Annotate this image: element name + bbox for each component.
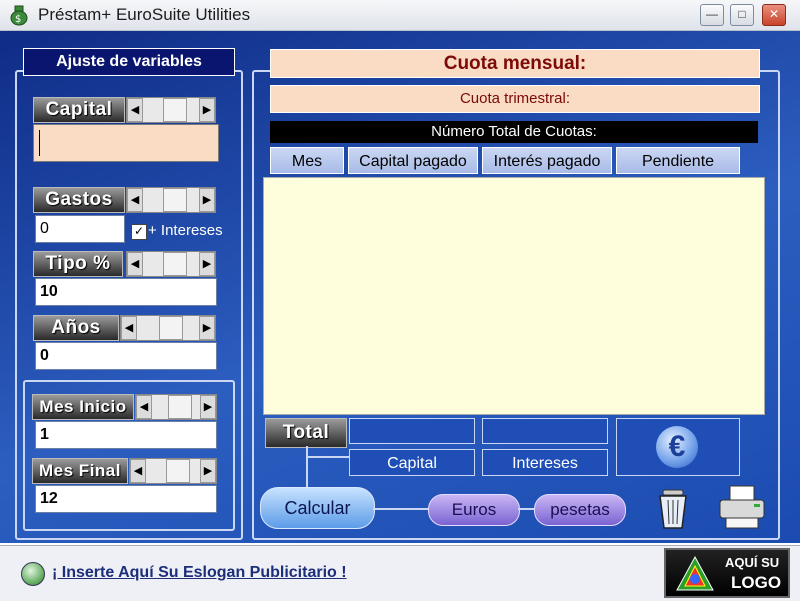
column-header-interes-pagado[interactable]: Interés pagado [482, 147, 612, 174]
capital-label: Capital [33, 97, 125, 123]
capital-scrollbar[interactable]: ◀ ▶ [126, 97, 216, 123]
anos-label: Años [33, 315, 119, 341]
scroll-thumb[interactable] [163, 98, 187, 122]
calcular-button[interactable]: Calcular [260, 487, 375, 529]
tipo-input[interactable]: 10 [35, 278, 217, 306]
gastos-label: Gastos [33, 187, 125, 213]
mes-final-scrollbar[interactable]: ◀ ▶ [129, 458, 217, 484]
scroll-thumb[interactable] [163, 252, 187, 276]
capital-input[interactable] [33, 124, 219, 162]
window-title: Préstam+ EuroSuite Utilities [38, 5, 251, 24]
text-cursor [39, 130, 40, 156]
connector-line [373, 508, 428, 510]
scroll-right-icon[interactable]: ▶ [199, 98, 215, 122]
globe-icon [21, 562, 45, 586]
scroll-thumb[interactable] [168, 395, 192, 419]
mes-final-label: Mes Final [32, 458, 128, 484]
logo-text-line2: LOGO [731, 573, 782, 592]
anos-scrollbar[interactable]: ◀ ▶ [120, 315, 216, 341]
scroll-right-icon[interactable]: ▶ [199, 252, 215, 276]
total-capital-value [349, 418, 475, 444]
gastos-input[interactable]: 0 [35, 215, 125, 243]
column-header-pendiente[interactable]: Pendiente [616, 147, 740, 174]
amortization-table[interactable] [263, 177, 765, 415]
maximize-icon: □ [738, 7, 746, 21]
numero-total-cuotas: Número Total de Cuotas: [270, 121, 758, 143]
total-intereses-label: Intereses [482, 449, 608, 476]
scroll-left-icon[interactable]: ◀ [136, 395, 152, 419]
minimize-button[interactable]: — [700, 4, 724, 26]
mes-inicio-scrollbar[interactable]: ◀ ▶ [135, 394, 217, 420]
scroll-thumb[interactable] [166, 459, 190, 483]
logo-text-line1: AQUÍ SU [725, 555, 780, 570]
pesetas-button[interactable]: pesetas [534, 494, 626, 526]
connector-line [306, 456, 350, 458]
cuota-mensual-display: Cuota mensual: [270, 49, 760, 78]
total-capital-label: Capital [349, 449, 475, 476]
scroll-right-icon[interactable]: ▶ [200, 395, 216, 419]
title-bar: $ Préstam+ EuroSuite Utilities — □ ✕ [0, 0, 800, 31]
intereses-checkbox[interactable]: ✓ [131, 224, 147, 240]
close-button[interactable]: ✕ [762, 4, 786, 26]
scroll-left-icon[interactable]: ◀ [130, 459, 146, 483]
intereses-checkbox-label: + Intereses [148, 222, 223, 239]
scroll-right-icon[interactable]: ▶ [199, 188, 215, 212]
app-icon: $ [9, 4, 29, 26]
maximize-button[interactable]: □ [730, 4, 754, 26]
scroll-thumb[interactable] [159, 316, 183, 340]
cuota-trimestral-display: Cuota trimestral: [270, 85, 760, 113]
close-icon: ✕ [768, 7, 780, 21]
total-label: Total [265, 418, 347, 448]
tipo-scrollbar[interactable]: ◀ ▶ [126, 251, 216, 277]
mes-inicio-label: Mes Inicio [32, 394, 134, 420]
left-panel-title: Ajuste de variables [23, 48, 235, 76]
euros-button[interactable]: Euros [428, 494, 520, 526]
gastos-scrollbar[interactable]: ◀ ▶ [126, 187, 216, 213]
scroll-left-icon[interactable]: ◀ [127, 188, 143, 212]
euro-icon[interactable]: € [656, 426, 698, 468]
column-header-capital-pagado[interactable]: Capital pagado [348, 147, 478, 174]
minimize-icon: — [706, 7, 718, 21]
scroll-right-icon[interactable]: ▶ [200, 459, 216, 483]
slogan-link[interactable]: ¡ Inserte Aquí Su Eslogan Publicitario ! [52, 564, 347, 582]
tipo-label: Tipo % [33, 251, 123, 277]
scroll-left-icon[interactable]: ◀ [127, 252, 143, 276]
scroll-left-icon[interactable]: ◀ [121, 316, 137, 340]
total-intereses-value [482, 418, 608, 444]
scroll-right-icon[interactable]: ▶ [199, 316, 215, 340]
logo-icon [674, 554, 716, 594]
printer-icon[interactable] [718, 484, 766, 530]
mes-final-input[interactable]: 12 [35, 485, 217, 513]
anos-input[interactable]: 0 [35, 342, 217, 370]
scroll-thumb[interactable] [163, 188, 187, 212]
column-header-mes[interactable]: Mes [270, 147, 344, 174]
connector-line [306, 446, 308, 488]
svg-text:$: $ [15, 14, 21, 25]
scroll-left-icon[interactable]: ◀ [127, 98, 143, 122]
mes-inicio-input[interactable]: 1 [35, 421, 217, 449]
trash-icon[interactable] [655, 488, 691, 530]
